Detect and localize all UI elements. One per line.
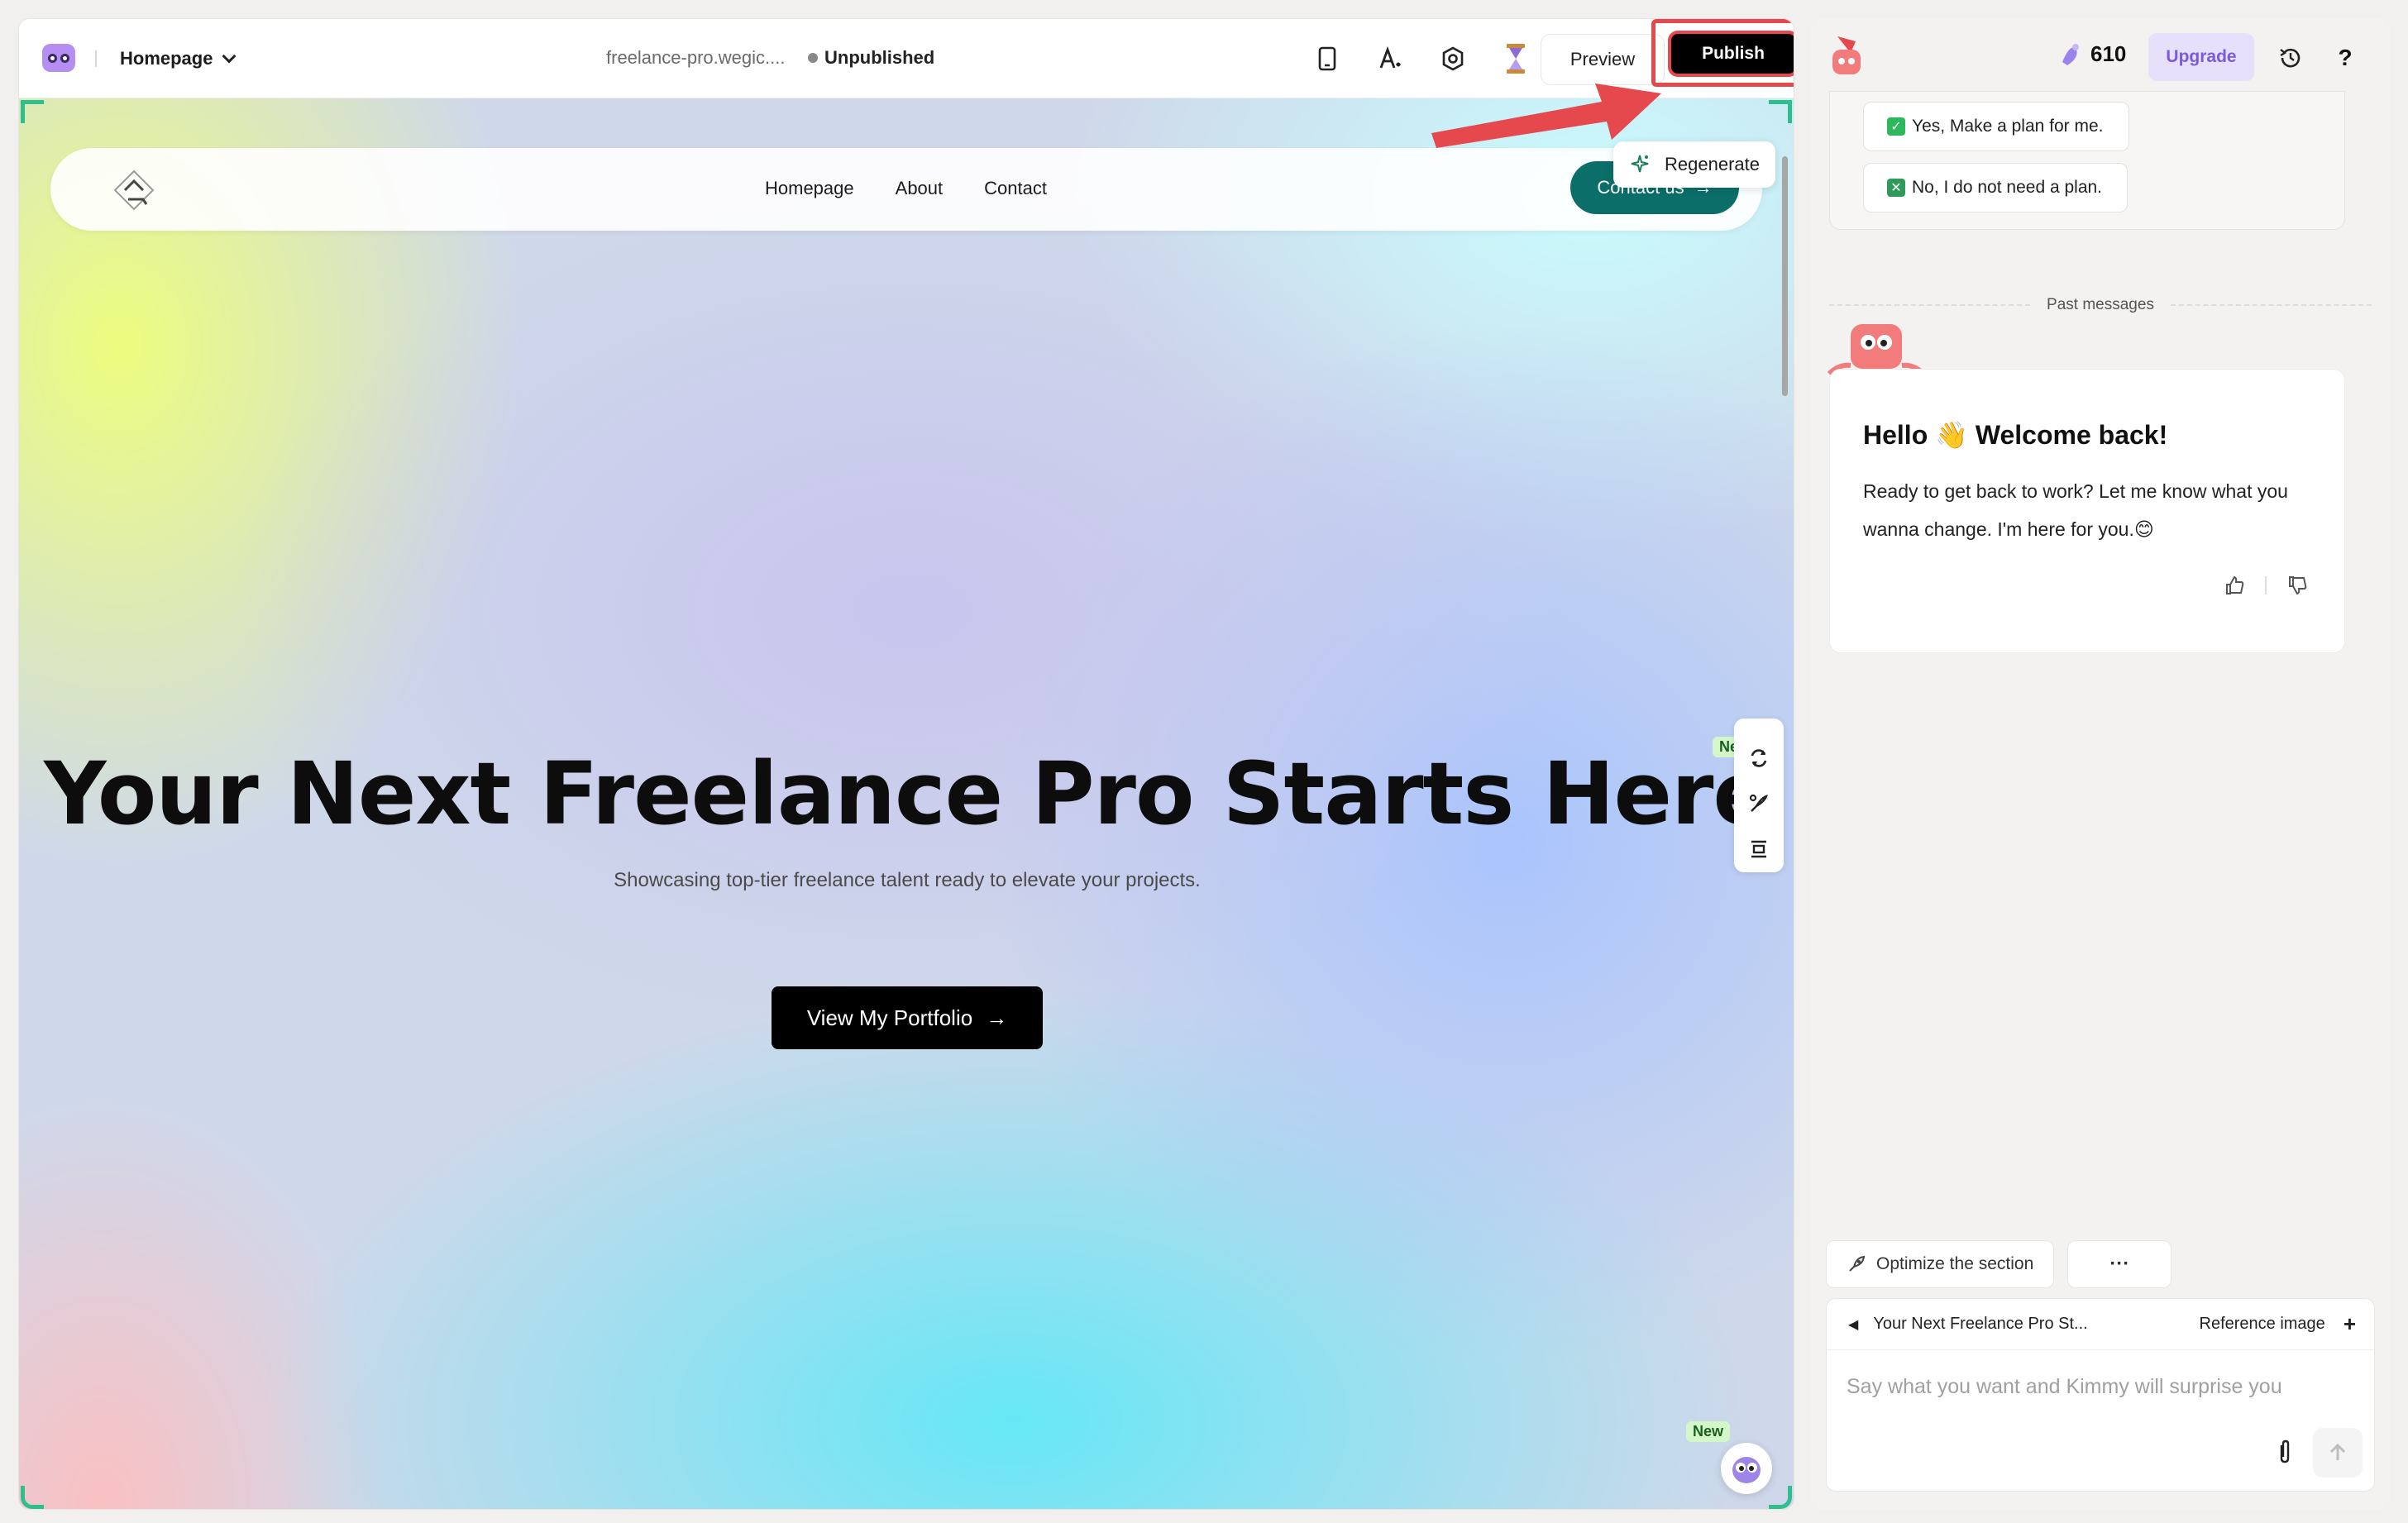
section-tool-rail	[1734, 719, 1784, 872]
site-nav-links: Homepage About Contact	[765, 178, 1047, 199]
selection-corner	[1769, 100, 1792, 123]
send-button[interactable]	[2313, 1428, 2363, 1478]
view-portfolio-button[interactable]: View My Portfolio →	[772, 986, 1043, 1049]
upgrade-button[interactable]: Upgrade	[2148, 33, 2254, 81]
past-messages-divider: Past messages	[1829, 296, 2372, 314]
nav-link-about[interactable]: About	[896, 178, 944, 199]
attachment-icon[interactable]	[2275, 1439, 2295, 1469]
status-label: Unpublished	[824, 47, 935, 68]
thumbs-up-icon[interactable]	[2224, 575, 2245, 596]
text-style-icon[interactable]	[1374, 42, 1407, 75]
plan-option-no-label: No, I do not need a plan.	[1912, 178, 2103, 197]
hero-title[interactable]: Your Next Freelance Pro Starts Here	[19, 743, 1794, 844]
rocket-icon	[1849, 1255, 1866, 1272]
new-badge: New	[1686, 1421, 1731, 1442]
credit-count: 610	[2090, 41, 2127, 66]
suggestion-row: Optimize the section ···	[1826, 1240, 2172, 1288]
kimmy-assistant-button[interactable]	[1721, 1443, 1772, 1494]
app-logo-icon[interactable]	[42, 44, 75, 72]
welcome-message-card: Hello 👋 Welcome back! Ready to get back …	[1829, 369, 2345, 653]
chat-composer: ◀ Your Next Freelance Pro St... Referenc…	[1826, 1298, 2375, 1492]
site-canvas[interactable]: Homepage About Contact Contact us → Rege…	[19, 98, 1794, 1509]
nav-link-homepage[interactable]: Homepage	[765, 178, 854, 199]
editor-window: Homepage freelance-pro.wegic.... Unpubli…	[18, 18, 1794, 1510]
credit-balance[interactable]: 610	[2059, 41, 2126, 67]
swap-layout-icon[interactable]	[1748, 747, 1770, 769]
composer-context-bar: ◀ Your Next Freelance Pro St... Referenc…	[1827, 1299, 2374, 1350]
regenerate-icon	[1631, 155, 1649, 173]
hero-subtitle[interactable]: Showcasing top-tier freelance talent rea…	[19, 869, 1794, 892]
divider	[95, 50, 97, 67]
selection-corner	[21, 1486, 44, 1509]
arrow-right-icon: →	[986, 1005, 1008, 1030]
caret-left-icon[interactable]: ◀	[1848, 1316, 1858, 1333]
divider	[2265, 576, 2267, 594]
assistant-panel: 610 Upgrade ? ✓ Yes, Make a plan for me.…	[1811, 18, 2390, 1510]
nav-link-contact[interactable]: Contact	[984, 178, 1047, 199]
chat-input[interactable]: Say what you want and Kimmy will surpris…	[1847, 1375, 2282, 1399]
mobile-preview-icon[interactable]	[1311, 42, 1344, 75]
status-dot-icon	[808, 53, 818, 63]
optimize-section-chip[interactable]: Optimize the section	[1826, 1240, 2055, 1288]
context-section-label[interactable]: Your Next Freelance Pro St...	[1873, 1315, 2087, 1334]
site-navbar: Homepage About Contact Contact us →	[50, 148, 1762, 231]
chevron-down-icon	[222, 49, 236, 64]
selection-corner	[1769, 1486, 1792, 1509]
reference-image-label[interactable]: Reference image	[2200, 1315, 2325, 1334]
plan-choice-card: ✓ Yes, Make a plan for me. ✕ No, I do no…	[1829, 91, 2345, 230]
align-center-icon[interactable]	[1748, 838, 1770, 860]
welcome-title: Hello 👋 Welcome back!	[1863, 420, 2168, 450]
regenerate-label: Regenerate	[1665, 154, 1760, 174]
thumbs-down-icon[interactable]	[2286, 575, 2308, 596]
site-logo-icon[interactable]	[110, 166, 158, 214]
check-mark-icon: ✓	[1887, 117, 1905, 136]
publish-status: Unpublished	[808, 47, 934, 69]
page-selector[interactable]: Homepage	[120, 44, 236, 74]
optimize-section-label: Optimize the section	[1876, 1254, 2034, 1273]
page-selector-label: Homepage	[120, 48, 213, 69]
publish-button[interactable]: Publish	[1668, 31, 1794, 77]
cross-mark-icon: ✕	[1887, 179, 1905, 197]
annotation-arrow-icon	[1431, 84, 1661, 148]
kimmy-avatar-icon[interactable]	[1826, 33, 1867, 84]
selection-corner	[21, 100, 44, 123]
kimmy-mascot-icon	[1732, 1457, 1761, 1483]
portfolio-label: View My Portfolio	[806, 1005, 973, 1030]
arrow-up-icon	[2329, 1443, 2346, 1460]
welcome-text: Ready to get back to work? Let me know w…	[1863, 480, 2288, 540]
feedback-controls	[2224, 575, 2308, 596]
edit-path-icon[interactable]	[1748, 793, 1770, 814]
plan-option-yes-label: Yes, Make a plan for me.	[1912, 117, 2104, 136]
past-messages-label: Past messages	[2047, 296, 2154, 313]
panel-header: 610 Upgrade ?	[1811, 18, 2390, 98]
help-icon[interactable]: ?	[2330, 43, 2360, 73]
site-domain[interactable]: freelance-pro.wegic....	[606, 47, 785, 69]
plan-option-yes[interactable]: ✓ Yes, Make a plan for me.	[1863, 102, 2129, 151]
more-options-chip[interactable]: ···	[2067, 1240, 2172, 1288]
canvas-scrollbar[interactable]	[1782, 156, 1788, 396]
add-reference-icon[interactable]: +	[2344, 1311, 2356, 1337]
credit-gem-icon	[2062, 43, 2079, 65]
plan-option-no[interactable]: ✕ No, I do not need a plan.	[1863, 163, 2128, 212]
history-icon[interactable]	[2276, 43, 2305, 73]
